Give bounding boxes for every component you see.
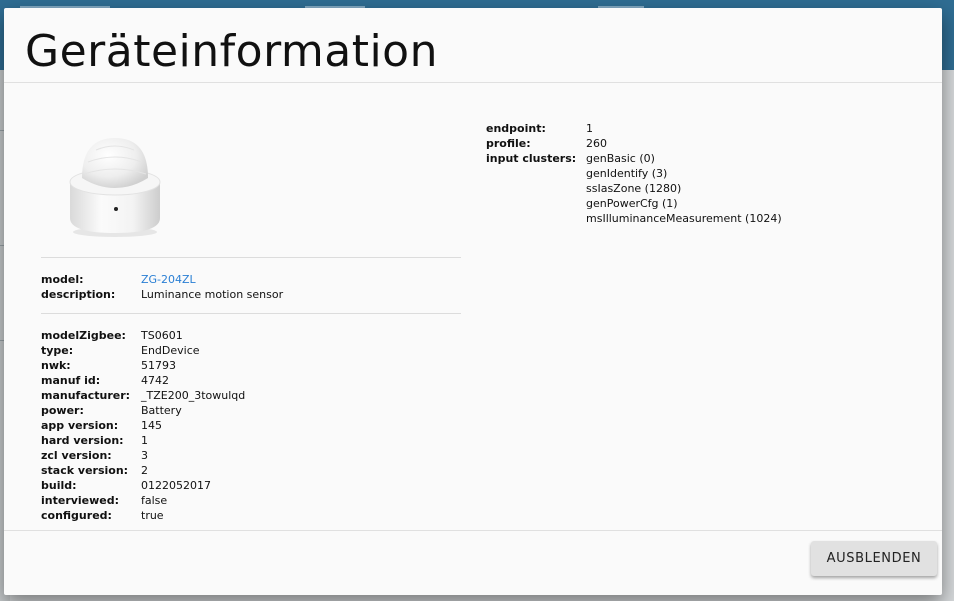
detail-value: 3	[141, 449, 148, 462]
endpoint-info: endpoint: 1 profile: 260 input clusters:…	[486, 121, 782, 226]
detail-label: interviewed:	[41, 494, 120, 507]
input-clusters-row: input clusters: genBasic (0) genIdentify…	[486, 151, 782, 226]
hide-button[interactable]: AUSBLENDEN	[811, 541, 937, 576]
profile-label: profile:	[486, 137, 531, 150]
detail-label: type:	[41, 344, 74, 357]
section-divider	[41, 313, 461, 314]
cluster-item: ssIasZone (1280)	[586, 182, 682, 195]
detail-value: 51793	[141, 359, 176, 372]
description-row: description: Luminance motion sensor	[41, 287, 283, 302]
detail-label: zcl version:	[41, 449, 112, 462]
detail-label: build:	[41, 479, 77, 492]
description-value: Luminance motion sensor	[141, 288, 284, 301]
detail-value: 0122052017	[141, 479, 211, 492]
title-divider	[4, 82, 942, 83]
description-label: description:	[41, 288, 116, 301]
profile-row: profile: 260	[486, 136, 782, 151]
input-clusters-list: genBasic (0) genIdentify (3) ssIasZone (…	[586, 151, 782, 226]
model-link[interactable]: ZG-204ZL	[141, 272, 196, 287]
detail-value: 1	[141, 434, 148, 447]
detail-row-power: power: Battery	[41, 403, 245, 418]
model-label: model:	[41, 273, 84, 286]
detail-label: stack version:	[41, 464, 129, 477]
detail-value: 145	[141, 419, 162, 432]
device-info-dialog: Geräteinformation model: ZG-204ZL descri…	[4, 8, 942, 595]
endpoint-row: endpoint: 1	[486, 121, 782, 136]
detail-row-modelzigbee: modelZigbee: TS0601	[41, 328, 245, 343]
endpoint-label: endpoint:	[486, 122, 546, 135]
detail-value: false	[141, 494, 168, 507]
endpoint-value: 1	[586, 122, 593, 135]
cluster-item: genBasic (0)	[586, 152, 655, 165]
device-details: modelZigbee: TS0601 type: EndDevice nwk:…	[41, 328, 245, 523]
detail-label: modelZigbee:	[41, 329, 126, 342]
detail-value: EndDevice	[141, 344, 200, 357]
detail-row-zcl-version: zcl version: 3	[41, 448, 245, 463]
detail-label: power:	[41, 404, 84, 417]
device-summary: model: ZG-204ZL description: Luminance m…	[41, 272, 283, 302]
detail-row-build: build: 0122052017	[41, 478, 245, 493]
device-image	[69, 138, 161, 237]
detail-label: manufacturer:	[41, 389, 131, 402]
detail-value: true	[141, 509, 164, 522]
detail-row-type: type: EndDevice	[41, 343, 245, 358]
detail-label: app version:	[41, 419, 119, 432]
detail-row-manufacturer: manufacturer: _TZE200_3towulqd	[41, 388, 245, 403]
detail-value: 2	[141, 464, 148, 477]
dialog-title: Geräteinformation	[25, 26, 438, 77]
input-clusters-label: input clusters:	[486, 152, 577, 165]
detail-row-manuf-id: manuf id: 4742	[41, 373, 245, 388]
cluster-item: genIdentify (3)	[586, 167, 668, 180]
cluster-item: msIlluminanceMeasurement (1024)	[586, 212, 782, 225]
model-row: model: ZG-204ZL	[41, 272, 283, 287]
detail-row-app-version: app version: 145	[41, 418, 245, 433]
detail-row-configured: configured: true	[41, 508, 245, 523]
detail-row-stack-version: stack version: 2	[41, 463, 245, 478]
detail-label: nwk:	[41, 359, 71, 372]
detail-value: 4742	[141, 374, 169, 387]
section-divider	[41, 257, 461, 258]
profile-value: 260	[586, 137, 607, 150]
detail-label: manuf id:	[41, 374, 101, 387]
detail-label: configured:	[41, 509, 112, 522]
detail-value: Battery	[141, 404, 182, 417]
detail-row-hard-version: hard version: 1	[41, 433, 245, 448]
detail-value: _TZE200_3towulqd	[141, 389, 246, 402]
detail-row-interviewed: interviewed: false	[41, 493, 245, 508]
cluster-item: genPowerCfg (1)	[586, 197, 678, 210]
footer-divider	[4, 530, 942, 531]
detail-label: hard version:	[41, 434, 124, 447]
detail-row-nwk: nwk: 51793	[41, 358, 245, 373]
detail-value: TS0601	[141, 329, 183, 342]
